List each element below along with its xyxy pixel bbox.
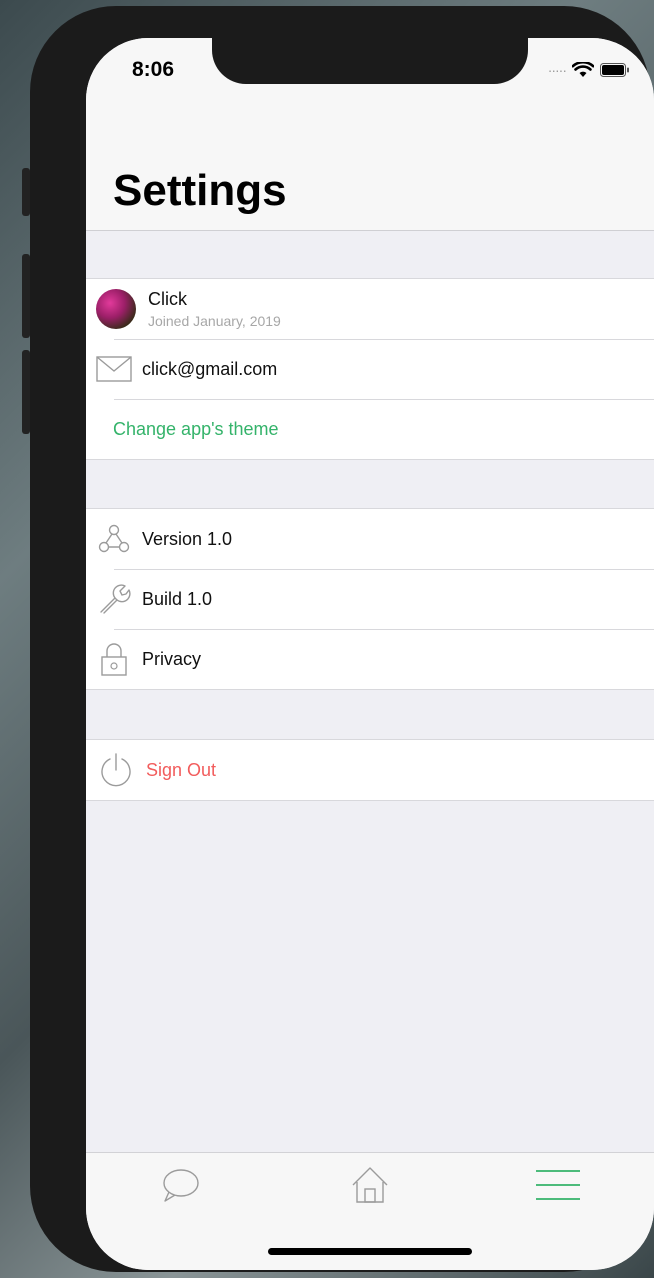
app-info-group: Version 1.0 Build 1.0 Privacy	[86, 508, 654, 690]
email-row[interactable]: click@gmail.com	[86, 339, 654, 399]
battery-icon	[600, 63, 629, 77]
notch	[212, 38, 528, 84]
profile-joined: Joined January, 2019	[148, 313, 281, 329]
screen: Settings 8:06 ····· Click Joined January…	[86, 38, 654, 1270]
tab-menu[interactable]	[528, 1163, 588, 1207]
build-row: Build 1.0	[86, 569, 654, 629]
wrench-icon	[86, 582, 142, 616]
profile-row[interactable]: Click Joined January, 2019	[86, 279, 654, 339]
network-icon	[86, 522, 142, 556]
home-icon	[352, 1167, 388, 1203]
phone-frame: Settings 8:06 ····· Click Joined January…	[22, 6, 654, 1272]
wifi-icon	[572, 62, 594, 77]
build-text: Build 1.0	[142, 588, 213, 609]
menu-icon	[536, 1170, 580, 1200]
profile-group: Click Joined January, 2019 click@gmail.c…	[86, 278, 654, 460]
signal-icon: ·····	[547, 62, 567, 78]
email-text: click@gmail.com	[142, 358, 278, 379]
page-title: Settings	[113, 166, 287, 215]
signout-label: Sign Out	[146, 759, 217, 780]
power-icon	[86, 752, 146, 788]
privacy-row[interactable]: Privacy	[86, 629, 654, 689]
change-theme-link[interactable]: Change app's theme	[86, 419, 279, 440]
status-time: 8:06	[132, 58, 175, 81]
lock-icon	[86, 642, 142, 676]
profile-name: Click	[148, 289, 187, 309]
tab-chat[interactable]	[150, 1163, 210, 1207]
envelope-icon	[86, 356, 142, 382]
status-indicators: ·····	[548, 62, 630, 78]
tab-home[interactable]	[340, 1163, 400, 1207]
change-theme-row[interactable]: Change app's theme	[86, 399, 654, 459]
volume-up-button	[22, 254, 30, 338]
avatar	[96, 289, 136, 329]
volume-down-button	[22, 350, 30, 434]
signout-row[interactable]: Sign Out	[86, 740, 654, 800]
home-indicator	[268, 1248, 472, 1255]
version-row: Version 1.0	[86, 509, 654, 569]
mute-switch	[22, 168, 30, 216]
chat-bubble-icon	[163, 1169, 199, 1202]
privacy-text: Privacy	[142, 648, 202, 669]
version-text: Version 1.0	[142, 528, 233, 549]
signout-group: Sign Out	[86, 739, 654, 801]
profile-info: Click Joined January, 2019	[148, 289, 281, 329]
